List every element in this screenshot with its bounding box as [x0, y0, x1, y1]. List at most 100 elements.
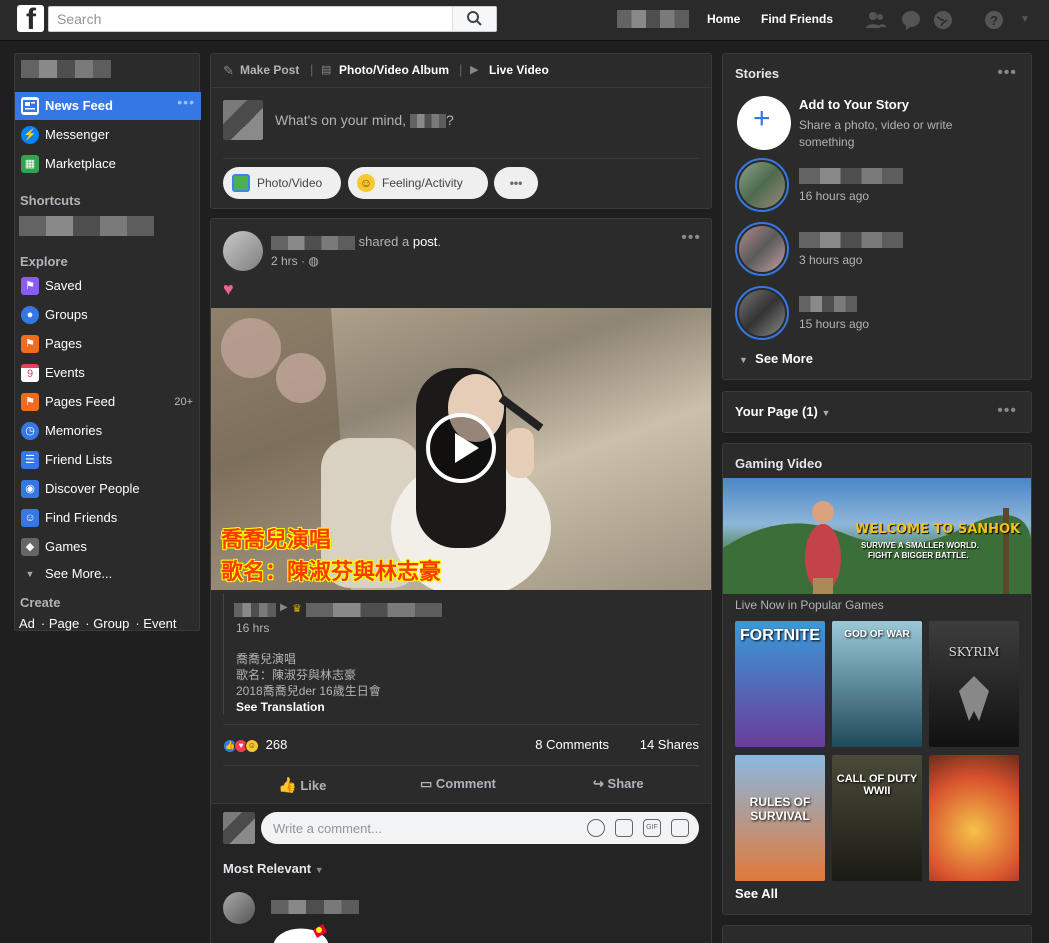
pages-feed-icon: ⚑	[21, 393, 39, 411]
notifications-icon[interactable]	[932, 9, 954, 31]
sidebar-item-saved[interactable]: ⚑ Saved	[15, 272, 201, 300]
tab-make-post[interactable]: Make Post	[240, 63, 299, 77]
tab-photo-video-album[interactable]: Photo/Video Album	[339, 63, 449, 77]
search-button[interactable]	[452, 7, 496, 31]
original-author[interactable]	[234, 603, 276, 617]
account-menu-chevron-icon[interactable]: ▼	[1014, 9, 1036, 31]
more-options-icon[interactable]: •••	[177, 94, 195, 110]
home-link[interactable]: Home	[707, 12, 740, 26]
create-links: Ad · Page · Group · Event	[19, 616, 177, 631]
game-tile-fortnite[interactable]: FORTNITE	[735, 621, 825, 747]
story-author	[799, 168, 903, 184]
video-subtitle-1: 喬喬兒演唱	[221, 528, 332, 553]
avatar[interactable]	[223, 231, 263, 271]
comment-button[interactable]: ▭ Comment	[420, 776, 496, 792]
haha-reaction-icon: ☺	[245, 738, 259, 753]
sidebar-see-more[interactable]: ▼ See More...	[15, 560, 201, 588]
top-navigation-bar: f Home Find Friends ? ▼	[0, 0, 1049, 41]
see-translation-link[interactable]: See Translation	[236, 699, 381, 715]
chevron-down-icon: ▼	[314, 865, 324, 875]
avatar[interactable]	[223, 892, 255, 924]
help-icon[interactable]: ?	[983, 9, 1005, 31]
commenter-name[interactable]	[271, 900, 359, 914]
sidebar-item-discover-people[interactable]: ◉ Discover People	[15, 475, 201, 503]
comments-count[interactable]: 8 Comments	[535, 737, 609, 752]
stories-see-more[interactable]: ▼ See More	[739, 351, 813, 366]
skyrim-emblem	[959, 676, 989, 721]
share-button[interactable]: ↪ Share	[593, 776, 644, 792]
photo-video-button[interactable]: Photo/Video	[223, 167, 341, 199]
sidebar-item-marketplace[interactable]: ▦ Marketplace	[15, 150, 201, 178]
shared-post-link[interactable]: post	[413, 234, 438, 249]
sidebar-item-friend-lists[interactable]: ☰ Friend Lists	[15, 446, 201, 474]
photo-icon	[232, 174, 250, 192]
count-badge: 20+	[174, 396, 193, 408]
like-button[interactable]: 👍 Like	[278, 776, 326, 794]
sidebar-item-label: Pages	[45, 336, 82, 351]
your-page-dropdown[interactable]: Your Page (1) ▼	[735, 404, 830, 419]
search-input[interactable]	[49, 7, 459, 31]
share-icon: ↪	[593, 776, 604, 791]
story-author	[799, 232, 903, 248]
comment-input[interactable]: Write a comment... GIF	[261, 812, 699, 844]
sidebar-item-find-friends[interactable]: ☺ Find Friends	[15, 504, 201, 532]
banner-subtitle-1: SURVIVE A SMALLER WORLD.	[861, 541, 979, 550]
camera-icon[interactable]	[615, 819, 633, 837]
chevron-down-icon: ▼	[739, 355, 748, 365]
more-options-button[interactable]: •••	[494, 167, 538, 199]
stories-options-icon[interactable]: •••	[997, 64, 1017, 82]
shares-count[interactable]: 14 Shares	[640, 737, 699, 752]
sidebar-item-groups[interactable]: ● Groups	[15, 301, 201, 329]
create-page-link[interactable]: Page	[49, 616, 79, 631]
emoji-icon[interactable]	[587, 819, 605, 837]
your-page-options-icon[interactable]: •••	[997, 402, 1017, 420]
tab-live-video[interactable]: Live Video	[489, 63, 549, 77]
post-timestamp[interactable]: 2 hrs · ◍	[271, 254, 319, 268]
sidebar-item-news-feed[interactable]: News Feed •••	[15, 92, 201, 120]
banner-subtitle-2: FIGHT A BIGGER BATTLE.	[868, 551, 969, 560]
messenger-icon: ⚡	[21, 126, 39, 144]
friend-requests-icon[interactable]	[865, 9, 887, 31]
reactions-summary[interactable]: 👍 ♥ ☺ 268	[223, 737, 287, 753]
video-player[interactable]: 喬喬兒演唱 歌名：陳淑芬與林志豪	[211, 308, 711, 590]
add-story-title[interactable]: Add to Your Story	[799, 97, 909, 112]
find-friends-link[interactable]: Find Friends	[761, 12, 833, 26]
sidebar-item-pages[interactable]: ⚑ Pages	[15, 330, 201, 358]
sidebar-item-memories[interactable]: ◷ Memories	[15, 417, 201, 445]
create-ad-link[interactable]: Ad	[19, 616, 35, 631]
comment-section: Write a comment... GIF Most Relevant ▼	[211, 803, 711, 943]
story-item[interactable]: 15 hours ago	[735, 286, 1025, 342]
profile-name-link[interactable]	[21, 60, 111, 78]
shortcut-item[interactable]	[19, 216, 154, 236]
sidebar-item-games[interactable]: ◆ Games	[15, 533, 201, 561]
author-name[interactable]	[271, 235, 355, 250]
game-tile-god-of-war[interactable]: GOD OF WAR	[832, 621, 922, 747]
game-tile-call-of-duty[interactable]: CALL OF DUTY WWII	[832, 755, 922, 881]
sticker-icon[interactable]	[671, 819, 689, 837]
facebook-logo[interactable]: f	[17, 5, 44, 32]
sidebar-item-pages-feed[interactable]: ⚑ Pages Feed 20+	[15, 388, 201, 416]
post-options-icon[interactable]: •••	[681, 229, 701, 247]
game-tile-rules-of-survival[interactable]: RULES OF SURVIVAL	[735, 755, 825, 881]
create-group-link[interactable]: Group	[93, 616, 129, 631]
gaming-banner[interactable]: WELCOME TO SANHOK SURVIVE A SMALLER WORL…	[723, 478, 1031, 594]
story-item[interactable]: 16 hours ago	[735, 158, 1025, 214]
play-icon[interactable]	[426, 413, 496, 483]
shortcuts-heading: Shortcuts	[20, 193, 81, 208]
composer-input[interactable]: What's on your mind, ?	[275, 112, 454, 129]
game-tile-skyrim[interactable]: SKYRIM	[929, 621, 1019, 747]
story-item[interactable]: 3 hours ago	[735, 222, 1025, 278]
see-all-games-link[interactable]: See All	[735, 886, 778, 901]
create-event-link[interactable]: Event	[143, 616, 176, 631]
sidebar-item-events[interactable]: 9 Events	[15, 359, 201, 387]
game-tile-dragon-ball[interactable]	[929, 755, 1019, 881]
sidebar-item-messenger[interactable]: ⚡ Messenger	[15, 121, 201, 149]
feeling-activity-button[interactable]: ☺ Feeling/Activity	[348, 167, 488, 199]
add-story-button[interactable]: +	[737, 96, 791, 150]
gif-icon[interactable]: GIF	[643, 819, 661, 837]
inner-post-time[interactable]: 16 hrs	[236, 621, 269, 635]
profile-link[interactable]	[617, 10, 689, 28]
group-name[interactable]	[306, 603, 442, 617]
messenger-icon[interactable]	[900, 9, 922, 31]
sort-comments-dropdown[interactable]: Most Relevant ▼	[223, 861, 324, 876]
